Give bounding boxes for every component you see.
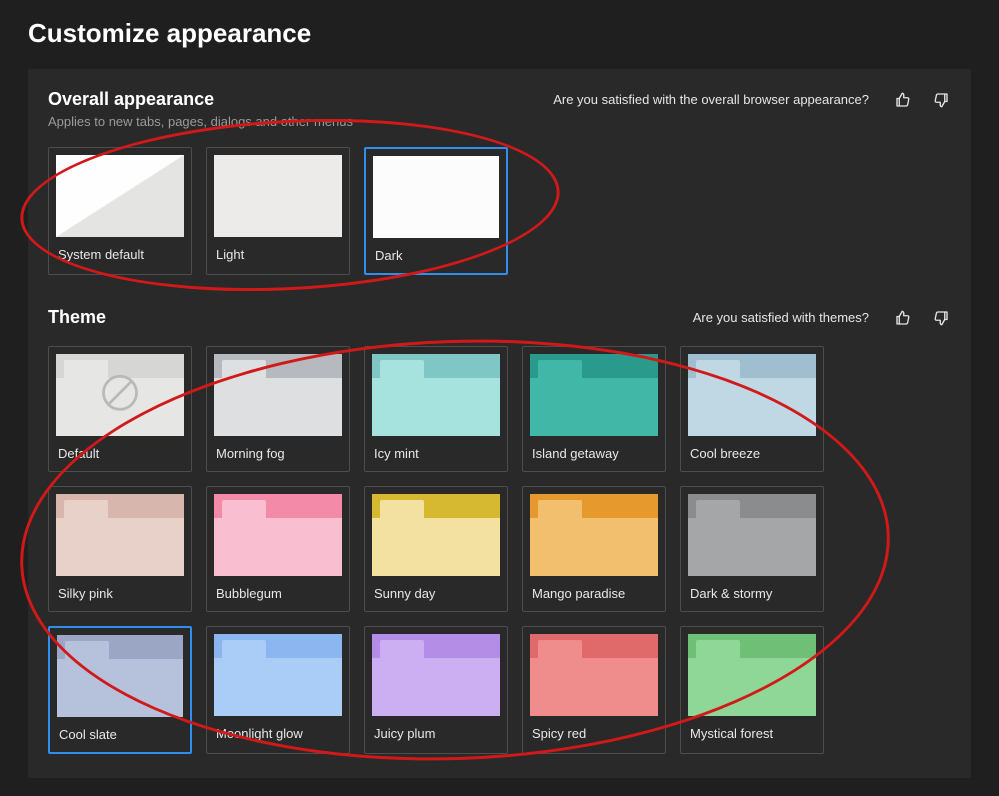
theme-option[interactable]: Morning fog: [206, 346, 350, 472]
thumbs-down-icon[interactable]: [931, 308, 951, 328]
theme-swatch: [56, 494, 184, 576]
theme-swatch: [372, 354, 500, 436]
appearance-swatch: [214, 155, 342, 237]
thumbs-up-icon[interactable]: [893, 308, 913, 328]
appearance-option-label: Dark: [366, 238, 506, 273]
theme-option[interactable]: Cool slate: [48, 626, 192, 754]
theme-option-label: Bubblegum: [207, 576, 349, 611]
theme-option-label: Sunny day: [365, 576, 507, 611]
appearance-option-label: System default: [49, 237, 191, 272]
theme-option[interactable]: Mango paradise: [522, 486, 666, 612]
theme-swatch: [57, 635, 183, 717]
theme-swatch: [372, 634, 500, 716]
not-allowed-icon: [98, 371, 142, 415]
theme-option[interactable]: Mystical forest: [680, 626, 824, 754]
theme-swatch: [688, 634, 816, 716]
theme-title: Theme: [48, 307, 106, 328]
theme-swatch: [688, 494, 816, 576]
theme-option[interactable]: Default: [48, 346, 192, 472]
theme-options-row: Default Morning fog Icy mint: [48, 346, 858, 754]
theme-option-label: Island getaway: [523, 436, 665, 471]
overall-appearance-title: Overall appearance: [48, 89, 214, 110]
appearance-option-light[interactable]: Light: [206, 147, 350, 275]
theme-swatch: [372, 494, 500, 576]
theme-option-label: Mystical forest: [681, 716, 823, 751]
theme-feedback-question: Are you satisfied with themes?: [693, 310, 869, 325]
theme-option-label: Icy mint: [365, 436, 507, 471]
theme-swatch: [530, 634, 658, 716]
theme-option-label: Juicy plum: [365, 716, 507, 751]
thumbs-down-icon[interactable]: [931, 90, 951, 110]
theme-swatch: [530, 494, 658, 576]
theme-swatch: [214, 634, 342, 716]
theme-option[interactable]: Juicy plum: [364, 626, 508, 754]
theme-option[interactable]: Spicy red: [522, 626, 666, 754]
appearance-panel: Overall appearance Are you satisfied wit…: [28, 69, 971, 778]
overall-feedback-question: Are you satisfied with the overall brows…: [553, 92, 869, 107]
appearance-option-system-default[interactable]: System default: [48, 147, 192, 275]
appearance-swatch: [373, 156, 499, 238]
theme-option-label: Moonlight glow: [207, 716, 349, 751]
overall-feedback: Are you satisfied with the overall brows…: [553, 90, 951, 110]
theme-option-label: Morning fog: [207, 436, 349, 471]
theme-option[interactable]: Sunny day: [364, 486, 508, 612]
appearance-option-label: Light: [207, 237, 349, 272]
theme-option-label: Dark & stormy: [681, 576, 823, 611]
theme-option[interactable]: Cool breeze: [680, 346, 824, 472]
theme-swatch: [214, 354, 342, 436]
theme-option[interactable]: Silky pink: [48, 486, 192, 612]
overall-appearance-desc: Applies to new tabs, pages, dialogs and …: [48, 114, 951, 129]
theme-option-label: Spicy red: [523, 716, 665, 751]
appearance-option-dark[interactable]: Dark: [364, 147, 508, 275]
theme-swatch: [56, 354, 184, 436]
theme-option[interactable]: Bubblegum: [206, 486, 350, 612]
theme-swatch: [214, 494, 342, 576]
overall-options-row: System default Light Dark: [48, 147, 951, 275]
theme-swatch: [530, 354, 658, 436]
theme-option-label: Mango paradise: [523, 576, 665, 611]
theme-option[interactable]: Island getaway: [522, 346, 666, 472]
thumbs-up-icon[interactable]: [893, 90, 913, 110]
theme-option[interactable]: Icy mint: [364, 346, 508, 472]
theme-swatch: [688, 354, 816, 436]
theme-option-label: Cool slate: [50, 717, 190, 752]
theme-option-label: Silky pink: [49, 576, 191, 611]
appearance-swatch: [56, 155, 184, 237]
theme-feedback: Are you satisfied with themes?: [693, 308, 951, 328]
theme-option[interactable]: Moonlight glow: [206, 626, 350, 754]
theme-option[interactable]: Dark & stormy: [680, 486, 824, 612]
page-title: Customize appearance: [28, 18, 971, 49]
theme-option-label: Default: [49, 436, 191, 471]
theme-option-label: Cool breeze: [681, 436, 823, 471]
